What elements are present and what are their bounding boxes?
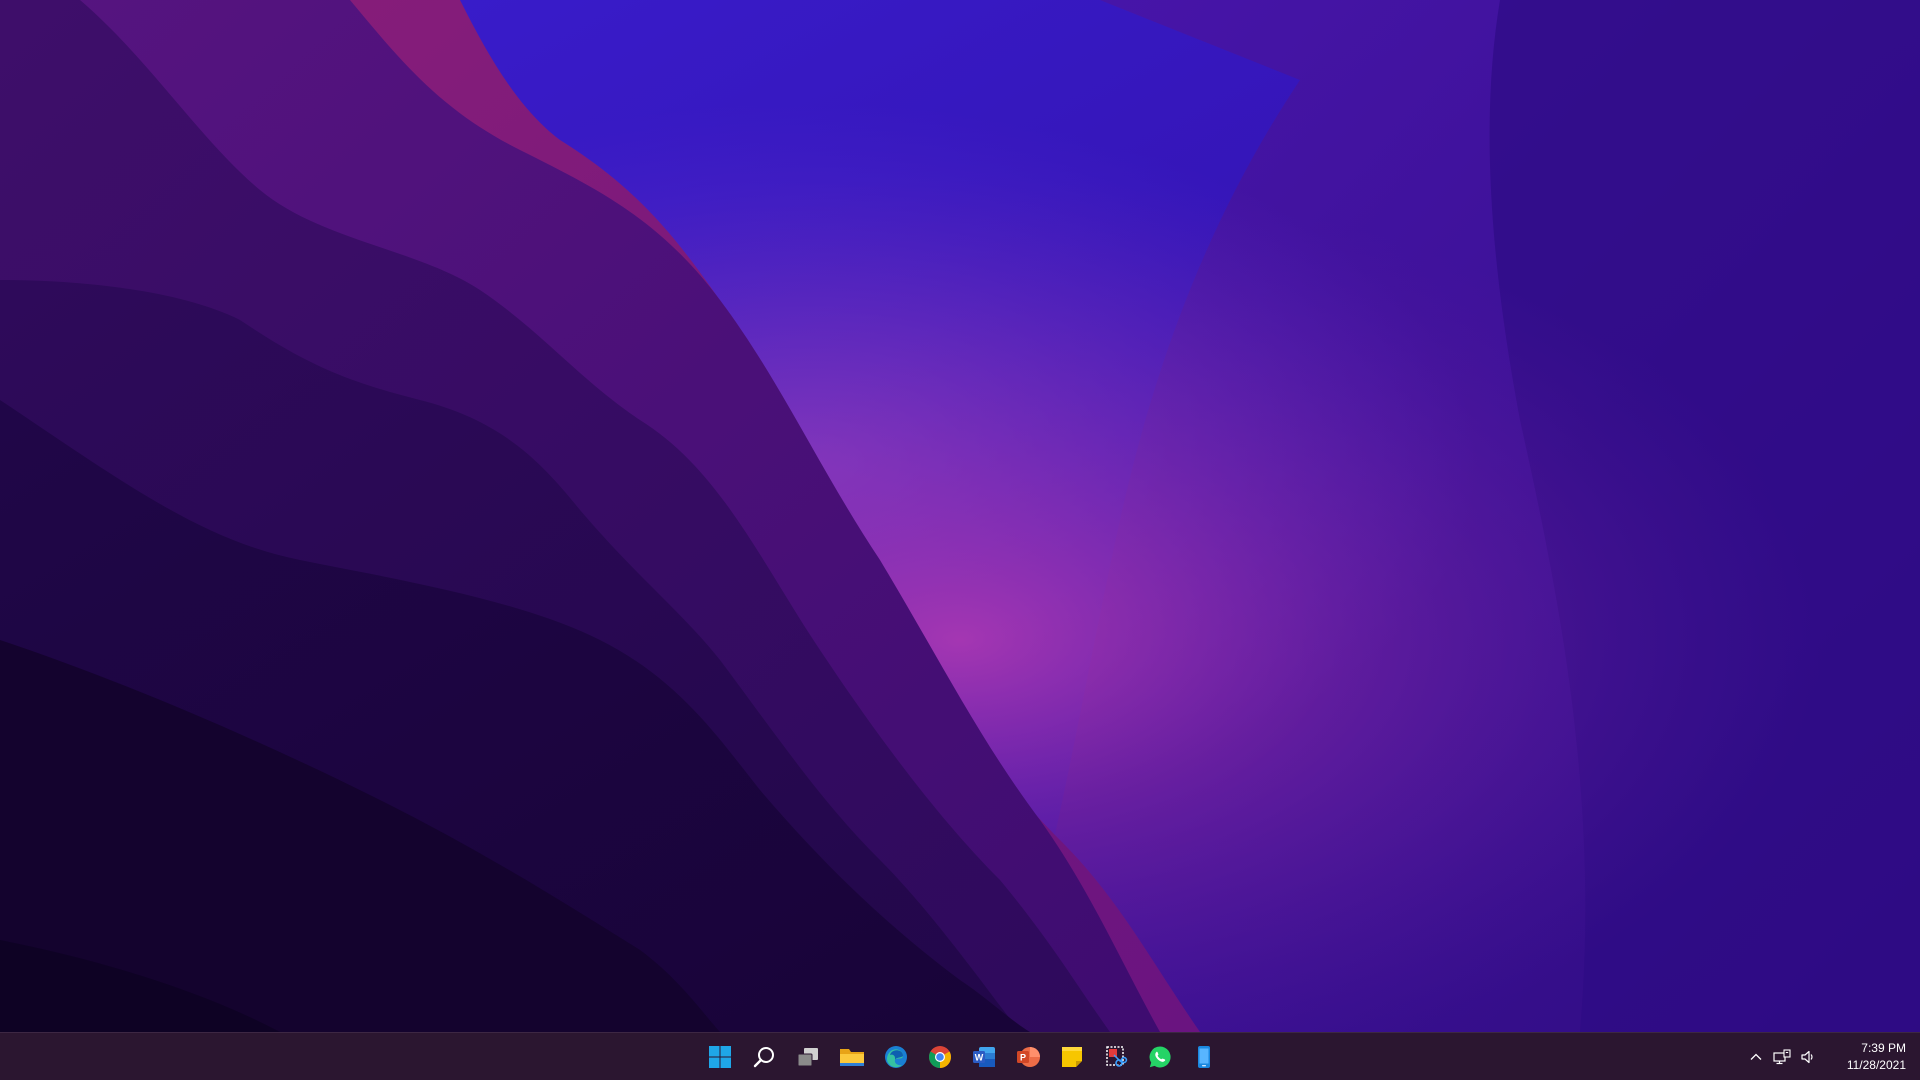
search-icon (753, 1047, 774, 1068)
wallpaper (0, 0, 1920, 1032)
snipping-tool-icon (1106, 1046, 1128, 1067)
show-desktop-button[interactable] (1914, 1033, 1920, 1081)
windows-logo-icon (709, 1046, 731, 1068)
svg-text:W: W (975, 1053, 984, 1063)
show-hidden-icons-button[interactable] (1744, 1041, 1768, 1073)
chrome-button[interactable] (920, 1037, 960, 1077)
clock[interactable]: 7:39 PM 11/28/2021 (1822, 1040, 1914, 1074)
task-view-icon (797, 1048, 818, 1067)
network-icon (1773, 1049, 1791, 1065)
taskbar: W P 7:39 PM 11/28/2021 (0, 1032, 1920, 1080)
search-button[interactable] (744, 1037, 784, 1077)
clock-date: 11/28/2021 (1846, 1058, 1906, 1072)
file-explorer-button[interactable] (832, 1037, 872, 1077)
system-tray: 7:39 PM 11/28/2021 (1744, 1033, 1920, 1081)
sticky-notes-icon (1062, 1047, 1082, 1067)
powerpoint-icon: P (1017, 1047, 1040, 1067)
word-icon: W (973, 1047, 995, 1067)
task-view-button[interactable] (788, 1037, 828, 1077)
taskbar-apps: W P (700, 1033, 1224, 1081)
volume-button[interactable] (1796, 1041, 1820, 1073)
chevron-up-icon (1750, 1053, 1762, 1060)
desktop[interactable] (0, 0, 1920, 1032)
folder-icon (840, 1049, 864, 1066)
phone-link-button[interactable] (1184, 1037, 1224, 1077)
phone-icon (1198, 1046, 1210, 1068)
start-button[interactable] (700, 1037, 740, 1077)
clock-time: 7:39 PM (1861, 1041, 1906, 1055)
network-button[interactable] (1770, 1041, 1794, 1073)
snipping-tool-button[interactable] (1096, 1037, 1136, 1077)
whatsapp-icon (1149, 1046, 1171, 1068)
volume-icon (1801, 1050, 1813, 1064)
edge-browser-icon (885, 1046, 907, 1068)
chrome-browser-icon (929, 1046, 951, 1068)
word-button[interactable]: W (964, 1037, 1004, 1077)
svg-text:P: P (1020, 1053, 1026, 1063)
whatsapp-button[interactable] (1140, 1037, 1180, 1077)
powerpoint-button[interactable]: P (1008, 1037, 1048, 1077)
edge-button[interactable] (876, 1037, 916, 1077)
sticky-notes-button[interactable] (1052, 1037, 1092, 1077)
